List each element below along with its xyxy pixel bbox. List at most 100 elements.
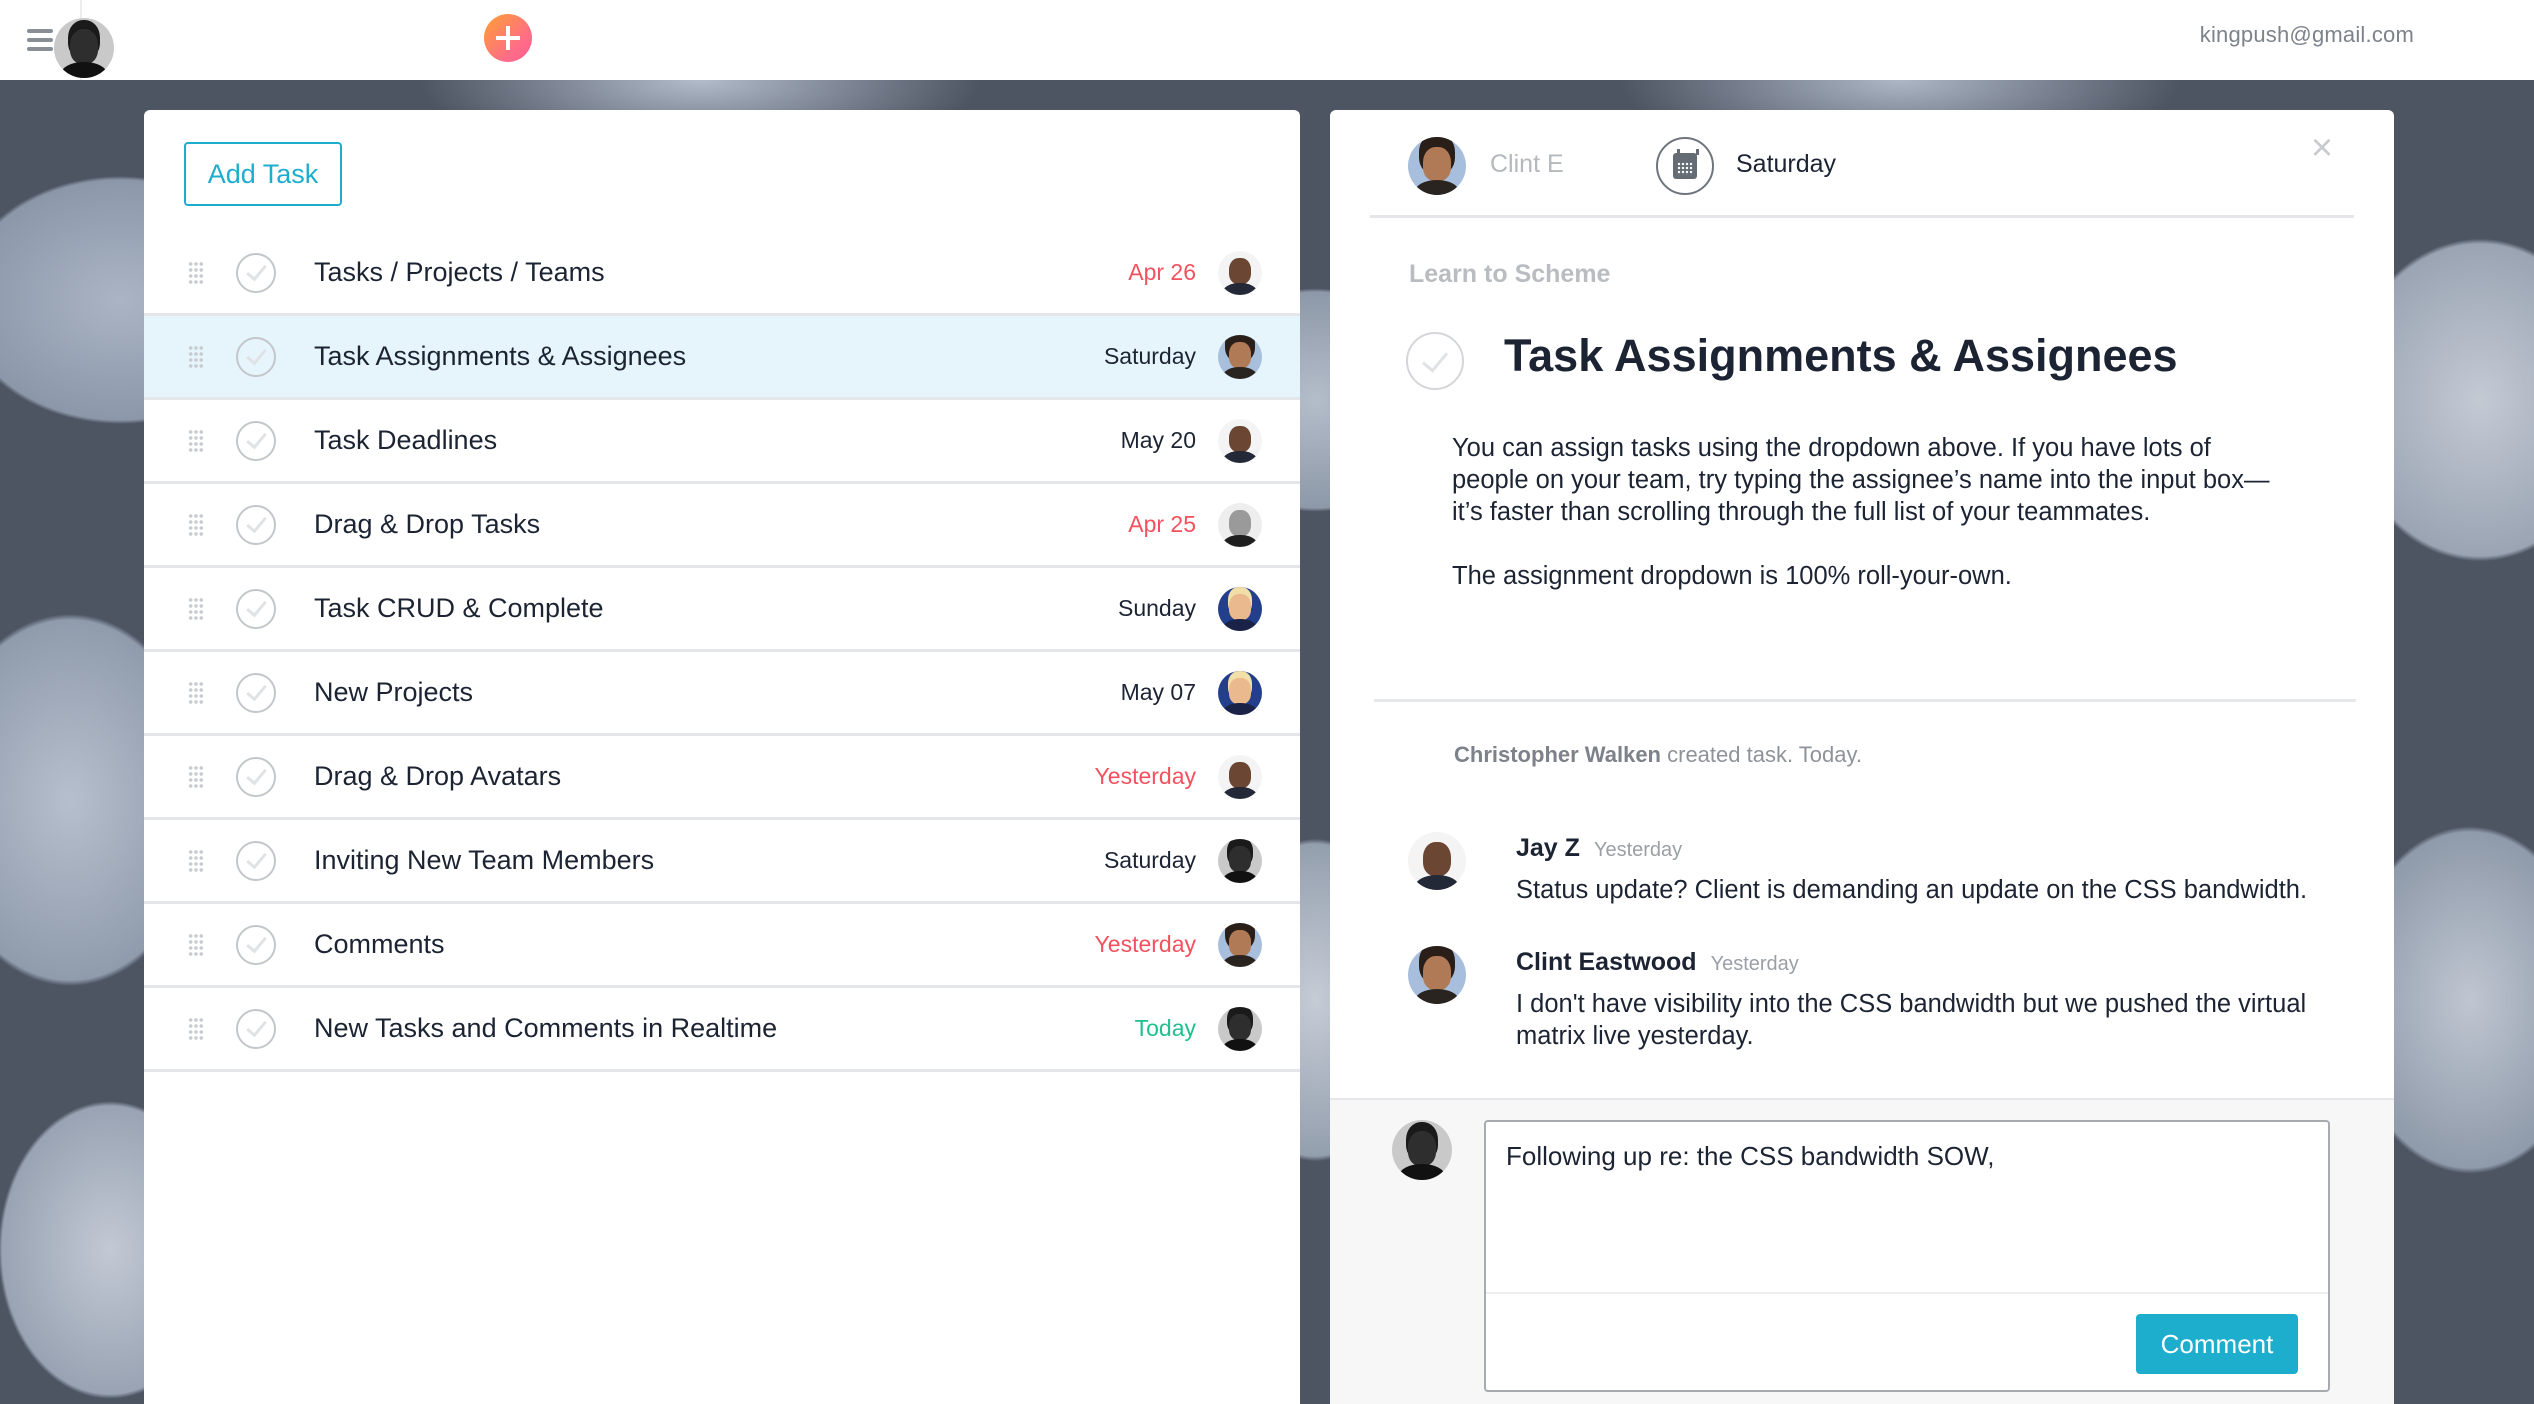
comment-body: Status update? Client is demanding an up… [1516, 876, 2308, 904]
task-assignee-avatar[interactable] [1218, 754, 1262, 799]
drag-handle-icon[interactable] [188, 428, 204, 453]
task-title[interactable]: Task Assignments & Assignees [314, 341, 686, 372]
task-list: Tasks / Projects / Teams Apr 26 Task Assig… [144, 232, 1300, 1072]
comment-author-name: Clint Eastwood [1516, 948, 1697, 976]
calendar-icon [1673, 149, 1699, 179]
task-detail-panel: Clint E Saturday × Learn to Scheme Task … [1330, 110, 2394, 1404]
complete-task-checkbox[interactable] [236, 1008, 276, 1049]
check-icon [245, 931, 267, 954]
comment-input[interactable] [1486, 1122, 2328, 1292]
task-row[interactable]: Tasks / Projects / Teams Apr 26 [144, 232, 1300, 316]
drag-handle-icon[interactable] [188, 932, 204, 957]
check-icon [245, 259, 267, 282]
task-title[interactable]: New Tasks and Comments in Realtime [314, 1013, 777, 1044]
comment-avatar [1408, 832, 1466, 890]
task-due-date[interactable]: May 07 [1121, 679, 1196, 706]
check-icon [245, 427, 267, 450]
task-title[interactable]: Drag & Drop Avatars [314, 761, 561, 792]
task-row[interactable]: Task Assignments & Assignees Saturday [144, 316, 1300, 400]
complete-task-checkbox[interactable] [236, 504, 276, 545]
task-assignee-avatar[interactable] [1218, 670, 1262, 715]
drag-handle-icon[interactable] [188, 764, 204, 789]
close-icon[interactable]: × [2304, 129, 2340, 167]
current-user-avatar [1392, 1120, 1452, 1180]
assignee-avatar[interactable] [1408, 137, 1466, 195]
complete-task-checkbox[interactable] [236, 252, 276, 293]
task-title[interactable]: Comments [314, 929, 445, 960]
task-row[interactable]: Inviting New Team Members Saturday [144, 820, 1300, 904]
task-due-date[interactable]: Apr 25 [1128, 511, 1196, 538]
drag-handle-icon[interactable] [188, 596, 204, 621]
complete-task-checkbox[interactable] [236, 840, 276, 881]
task-title[interactable]: Drag & Drop Tasks [314, 509, 540, 540]
comment-composer: Comment [1330, 1098, 2394, 1404]
complete-task-checkbox[interactable] [1406, 332, 1464, 390]
task-assignee-avatar[interactable] [1218, 838, 1262, 883]
task-row[interactable]: Task CRUD & Complete Sunday [144, 568, 1300, 652]
task-due-date[interactable]: Apr 26 [1128, 259, 1196, 286]
quick-add-button[interactable] [484, 14, 532, 62]
task-due-date[interactable]: Saturday [1104, 847, 1196, 874]
task-assignee-avatar[interactable] [1218, 502, 1262, 547]
plus-icon [496, 26, 520, 50]
task-row[interactable]: New Projects May 07 [144, 652, 1300, 736]
task-title[interactable]: Tasks / Projects / Teams [314, 257, 605, 288]
drag-handle-icon[interactable] [188, 1016, 204, 1041]
drag-handle-icon[interactable] [188, 344, 204, 369]
top-bar: kingpush@gmail.com [0, 0, 2534, 80]
user-email[interactable]: kingpush@gmail.com [2200, 22, 2414, 48]
task-due-date[interactable]: Today [1135, 1015, 1196, 1042]
comment-submit-button[interactable]: Comment [2136, 1314, 2298, 1374]
hamburger-menu-icon [27, 29, 53, 51]
task-due-date[interactable]: May 20 [1121, 427, 1196, 454]
check-icon [1421, 345, 1449, 373]
task-description[interactable]: You can assign tasks using the dropdown … [1452, 432, 2292, 592]
due-date-label[interactable]: Saturday [1736, 150, 1836, 179]
task-row[interactable]: Task Deadlines May 20 [144, 400, 1300, 484]
complete-task-checkbox[interactable] [236, 924, 276, 965]
task-list-panel: Add Task Tasks / Projects / Teams Apr 26 T… [144, 110, 1300, 1404]
comment-time: Yesterday [1593, 839, 1683, 861]
complete-task-checkbox[interactable] [236, 336, 276, 377]
task-row[interactable]: Comments Yesterday [144, 904, 1300, 988]
task-title[interactable]: New Projects [314, 677, 473, 708]
task-assignee-avatar[interactable] [1218, 1006, 1262, 1051]
user-avatar[interactable] [54, 18, 114, 78]
task-title[interactable]: Task Assignments & Assignees [1504, 330, 2178, 382]
task-title[interactable]: Task CRUD & Complete [314, 593, 604, 624]
check-icon [245, 847, 267, 870]
task-due-date[interactable]: Yesterday [1095, 931, 1196, 958]
comment-box: Comment [1484, 1120, 2330, 1392]
add-task-button[interactable]: Add Task [184, 142, 342, 206]
task-assignee-avatar[interactable] [1218, 334, 1262, 379]
task-due-date[interactable]: Yesterday [1095, 763, 1196, 790]
detail-header: Clint E Saturday [1370, 110, 2354, 218]
description-paragraph: You can assign tasks using the dropdown … [1452, 434, 2270, 526]
activity-log: Christopher Walken created task. Today. [1454, 742, 1862, 768]
complete-task-checkbox[interactable] [236, 756, 276, 797]
task-due-date[interactable]: Saturday [1104, 343, 1196, 370]
task-row[interactable]: Drag & Drop Tasks Apr 25 [144, 484, 1300, 568]
drag-handle-icon[interactable] [188, 680, 204, 705]
drag-handle-icon[interactable] [188, 260, 204, 285]
drag-handle-icon[interactable] [188, 512, 204, 537]
task-due-date[interactable]: Sunday [1118, 595, 1196, 622]
comment-time: Yesterday [1710, 953, 1799, 975]
complete-task-checkbox[interactable] [236, 588, 276, 629]
task-row[interactable]: Drag & Drop Avatars Yesterday [144, 736, 1300, 820]
task-title[interactable]: Inviting New Team Members [314, 845, 654, 876]
task-title[interactable]: Task Deadlines [314, 425, 497, 456]
check-icon [245, 763, 267, 786]
task-assignee-avatar[interactable] [1218, 922, 1262, 967]
complete-task-checkbox[interactable] [236, 672, 276, 713]
drag-handle-icon[interactable] [188, 848, 204, 873]
check-icon [245, 1015, 267, 1038]
task-assignee-avatar[interactable] [1218, 418, 1262, 463]
complete-task-checkbox[interactable] [236, 420, 276, 461]
task-assignee-avatar[interactable] [1218, 250, 1262, 295]
project-label[interactable]: Learn to Scheme [1409, 260, 1610, 289]
task-row[interactable]: New Tasks and Comments in Realtime Today [144, 988, 1300, 1072]
assignee-dropdown[interactable]: Clint E [1490, 150, 1564, 179]
due-date-button[interactable] [1656, 137, 1714, 195]
task-assignee-avatar[interactable] [1218, 586, 1262, 631]
